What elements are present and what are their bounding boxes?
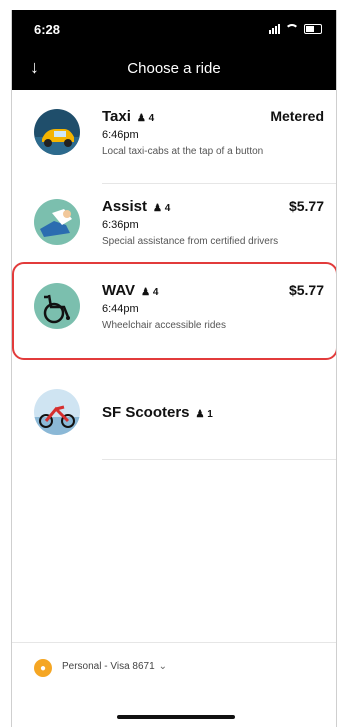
ride-eta: 6:36pm <box>102 219 139 231</box>
payment-selector[interactable]: ● Personal - Visa 8671 ⌄ <box>12 642 336 677</box>
chevron-down-icon: ⌄ <box>158 661 168 672</box>
ride-name: Taxi ♟ 4 <box>102 108 155 125</box>
person-icon: ● <box>34 659 52 677</box>
ride-name: Assist ♟ 4 <box>102 198 171 215</box>
ride-description: Special assistance from certified driver… <box>102 236 279 247</box>
capacity-badge: ♟ 4 <box>153 203 171 214</box>
ride-eta: 6:46pm <box>102 129 139 141</box>
ride-option-sf-scooters[interactable]: SF Scooters ♟ 1 <box>12 374 336 464</box>
page-title: Choose a ride <box>127 60 221 77</box>
status-time: 6:28 <box>34 22 61 37</box>
ride-option-taxi[interactable]: Taxi ♟ 4 6:46pm Local taxi-cabs at the ta… <box>12 94 336 184</box>
signal-icon <box>269 24 280 34</box>
divider <box>102 459 336 460</box>
taxi-icon <box>34 109 80 155</box>
top-bar: 6:28 ↓ Choose a ride <box>12 10 336 90</box>
payment-label: Personal - Visa 8671 ⌄ <box>62 661 168 672</box>
ride-option-assist[interactable]: Assist ♟ 4 6:36pm Special assistance from… <box>12 184 336 274</box>
home-indicator <box>117 715 235 719</box>
assist-icon <box>34 199 80 245</box>
wifi-icon <box>285 24 299 34</box>
ride-description: Local taxi-cabs at the tap of a button <box>102 146 264 157</box>
ride-name: SF Scooters ♟ 1 <box>102 404 213 421</box>
ride-price: Metered <box>270 108 324 124</box>
capacity-badge: ♟ 1 <box>195 409 213 420</box>
battery-icon <box>304 24 322 34</box>
phone-frame: 6:28 ↓ Choose a ride Taxi ♟ 4 6:46pm Loca… <box>11 10 337 727</box>
scooter-icon <box>34 389 80 435</box>
status-icons <box>269 24 322 34</box>
selection-highlight <box>12 262 336 360</box>
capacity-badge: ♟ 4 <box>136 113 155 124</box>
ride-price: $5.77 <box>288 198 324 214</box>
